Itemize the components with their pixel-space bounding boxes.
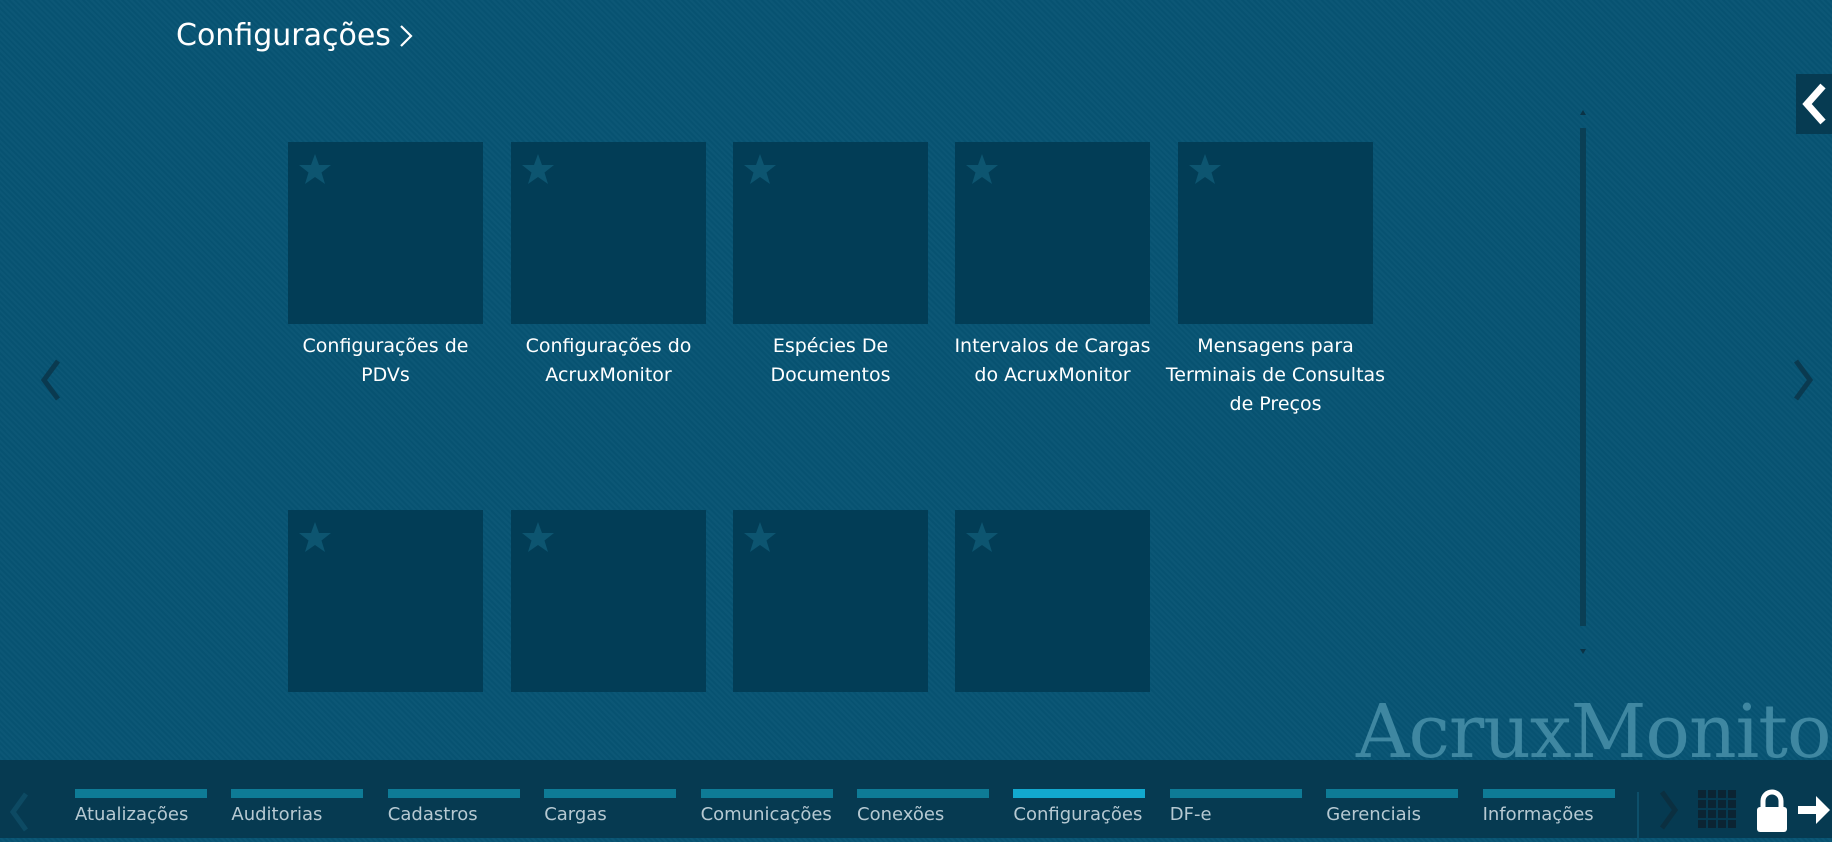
star-icon[interactable] xyxy=(743,152,777,186)
category-tab-label: Cadastros xyxy=(387,804,478,825)
category-tab-label: Configurações xyxy=(1013,804,1143,825)
page-title-text: Configurações xyxy=(176,18,391,53)
chevron-right-icon xyxy=(400,25,413,47)
taskbar-prev-button[interactable] xyxy=(6,788,32,836)
taskbar-next-button[interactable] xyxy=(1656,786,1682,834)
category-tab-label: Comunicações xyxy=(700,804,832,825)
taskbar: Atualizações Auditorias Cadastros Cargas Com… xyxy=(0,760,1832,842)
star-icon[interactable] xyxy=(743,520,777,554)
category-tab[interactable]: Cargas xyxy=(544,789,677,825)
tile[interactable] xyxy=(733,510,928,692)
tile[interactable] xyxy=(511,510,706,692)
category-tab[interactable]: Atualizações xyxy=(75,789,207,825)
category-tab-bar xyxy=(857,789,989,798)
tile[interactable] xyxy=(955,510,1150,692)
category-tab-label: Conexões xyxy=(857,804,945,825)
tile[interactable] xyxy=(955,142,1150,324)
next-page-button[interactable] xyxy=(1790,355,1818,405)
category-tab-label: Atualizações xyxy=(75,804,189,825)
star-icon[interactable] xyxy=(1188,152,1222,186)
tile-label[interactable]: Mensagens para Terminais de Consultas de… xyxy=(1166,332,1386,419)
category-tab-label: Auditorias xyxy=(231,804,323,825)
star-icon[interactable] xyxy=(965,152,999,186)
arrow-right-icon[interactable] xyxy=(1796,790,1832,830)
category-tab-label: Gerenciais xyxy=(1326,804,1422,825)
tile-label[interactable]: Configurações de PDVs xyxy=(276,332,496,390)
star-icon[interactable] xyxy=(298,520,332,554)
vertical-scrollbar[interactable] xyxy=(1578,110,1588,654)
category-tab-label: Informações xyxy=(1482,804,1594,825)
category-tab[interactable]: Configurações xyxy=(1013,789,1146,825)
tile[interactable] xyxy=(288,142,483,324)
category-tab-bar xyxy=(231,789,364,798)
category-tab-bar xyxy=(700,789,833,798)
grid-icon[interactable] xyxy=(1698,790,1738,830)
category-tab[interactable]: Cadastros xyxy=(387,789,520,825)
scroll-thumb[interactable] xyxy=(1580,128,1586,626)
tile-label[interactable]: Configurações do AcruxMonitor xyxy=(499,332,719,390)
tile-label[interactable]: Espécies De Documentos xyxy=(721,332,941,390)
category-tab-bar xyxy=(1326,789,1459,798)
category-tab[interactable]: Gerenciais xyxy=(1326,789,1459,825)
star-icon[interactable] xyxy=(965,520,999,554)
tile-label[interactable]: Intervalos de Cargas do AcruxMonitor xyxy=(943,332,1163,390)
chevron-left-icon xyxy=(1802,83,1826,125)
previous-page-button[interactable] xyxy=(36,355,64,405)
scroll-up-arrow[interactable] xyxy=(1580,110,1586,115)
category-tab[interactable]: Conexões xyxy=(857,789,989,825)
tile[interactable] xyxy=(288,510,483,692)
category-tab[interactable]: Auditorias xyxy=(231,789,364,825)
category-tab[interactable]: Informações xyxy=(1482,789,1615,825)
star-icon[interactable] xyxy=(521,520,555,554)
tile[interactable] xyxy=(1178,142,1373,324)
taskbar-divider xyxy=(1637,792,1639,842)
category-tab-label: Cargas xyxy=(544,804,607,825)
category-tab-bar xyxy=(1013,789,1146,798)
category-tab[interactable]: Comunicações xyxy=(700,789,833,825)
lock-icon[interactable] xyxy=(1754,788,1790,834)
category-tab-bar xyxy=(1482,789,1615,798)
tile[interactable] xyxy=(511,142,706,324)
tile[interactable] xyxy=(733,142,928,324)
category-tab-bar xyxy=(544,789,677,798)
star-icon[interactable] xyxy=(298,152,332,186)
category-tab-bar xyxy=(387,789,520,798)
category-tab[interactable]: DF-e xyxy=(1169,789,1302,825)
scroll-down-arrow[interactable] xyxy=(1580,649,1586,654)
star-icon[interactable] xyxy=(521,152,555,186)
category-tab-bar xyxy=(1169,789,1302,798)
category-tab-label: DF-e xyxy=(1169,804,1212,825)
category-tab-bar xyxy=(75,789,207,798)
collapse-panel-button[interactable] xyxy=(1796,74,1832,134)
page-title[interactable]: Configurações xyxy=(176,16,415,56)
